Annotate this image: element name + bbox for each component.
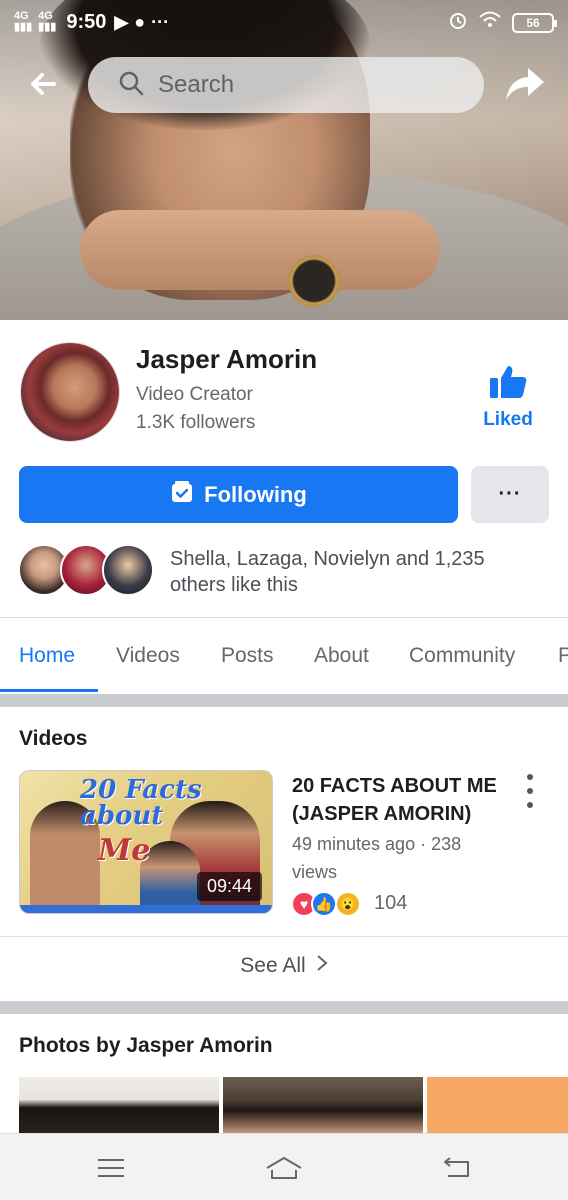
profile-avatar[interactable] [20,342,120,442]
photos-section-title: Photos by Jasper Amorin [19,1034,273,1057]
video-duration: 09:44 [196,872,262,901]
message-notification-icon: ● [134,11,146,32]
network-indicator-1: 4G ▮▮▮ [14,10,33,33]
video-meta: 49 minutes ago · 238 views [292,834,462,882]
page-category: Video Creator [136,384,253,405]
likes-summary[interactable]: Shella, Lazaga, Novielyn and 1,235 other… [170,546,540,598]
photo-thumbnail[interactable] [19,1077,219,1133]
page-name: Jasper Amorin [136,344,318,374]
see-all-label: See All [240,954,306,977]
videos-section-title: Videos [19,727,88,750]
reaction-count[interactable]: 104 [374,892,407,915]
following-check-icon [170,480,194,510]
tab-videos[interactable]: Videos [116,644,180,668]
clock: 9:50 [66,10,107,33]
tab-bar: Home Videos Posts About Community P [0,618,568,694]
search-icon [118,70,144,101]
liked-label: Liked [483,409,533,430]
wifi-icon [478,10,502,35]
thumbs-up-icon [488,366,528,404]
see-all-link[interactable]: See All [0,954,568,978]
like-icon: 👍 [311,891,337,917]
home-icon[interactable] [264,1152,304,1184]
divider [0,936,568,937]
chevron-right-icon [316,954,328,978]
tab-about[interactable]: About [314,644,369,668]
video-thumbnail[interactable]: 20 Facts about Me 09:44 [19,770,273,914]
following-label: Following [204,481,307,507]
alarm-icon [448,10,468,35]
back-icon[interactable] [436,1152,476,1184]
thumbnail-title-line2: Me [98,833,151,868]
follower-count: 1.3K followers [136,412,256,433]
back-arrow-icon[interactable] [24,62,68,106]
share-arrow-icon[interactable] [502,60,548,106]
section-separator [0,694,568,707]
active-tab-indicator [0,689,98,692]
search-bar[interactable]: Search [88,57,484,113]
photo-thumbnail[interactable] [427,1077,568,1133]
tab-community[interactable]: Community [409,644,515,668]
search-placeholder: Search [158,71,235,98]
friend-avatar[interactable] [102,544,154,596]
tab-photos-partial[interactable]: P [558,644,568,668]
menu-icon[interactable] [92,1152,132,1184]
thumbnail-title-line1: 20 Facts about [80,775,202,831]
video-options-icon[interactable] [520,774,540,808]
tab-posts[interactable]: Posts [221,644,274,668]
youtube-notification-icon: ▶ [114,11,129,32]
network-indicator-2: 4G ▮▮▮ [38,10,57,33]
video-title[interactable]: 20 FACTS ABOUT ME (JASPER AMORIN) [292,772,512,828]
system-nav-bar [0,1133,568,1200]
more-notifications-icon: ··· [151,11,170,32]
section-separator [0,1001,568,1014]
cover-watch-shape [288,255,340,307]
photo-thumbnail[interactable] [223,1077,423,1133]
watch-progress-bar [20,905,272,913]
cover-photo[interactable] [0,0,568,320]
battery-indicator: 56 [512,12,557,33]
status-bar: 4G ▮▮▮ 4G ▮▮▮ 9:50 ▶ ● ··· 56 [0,0,568,44]
tab-home[interactable]: Home [19,644,75,668]
following-button[interactable]: Following [19,466,458,523]
wow-icon: 😮 [335,891,361,917]
cover-arm-shape [80,210,440,290]
reaction-icons[interactable]: ♥ 👍 😮 [291,891,381,919]
liked-button[interactable]: Liked [476,364,540,431]
friend-avatars[interactable] [18,544,158,596]
more-options-button[interactable]: ··· [471,466,549,523]
